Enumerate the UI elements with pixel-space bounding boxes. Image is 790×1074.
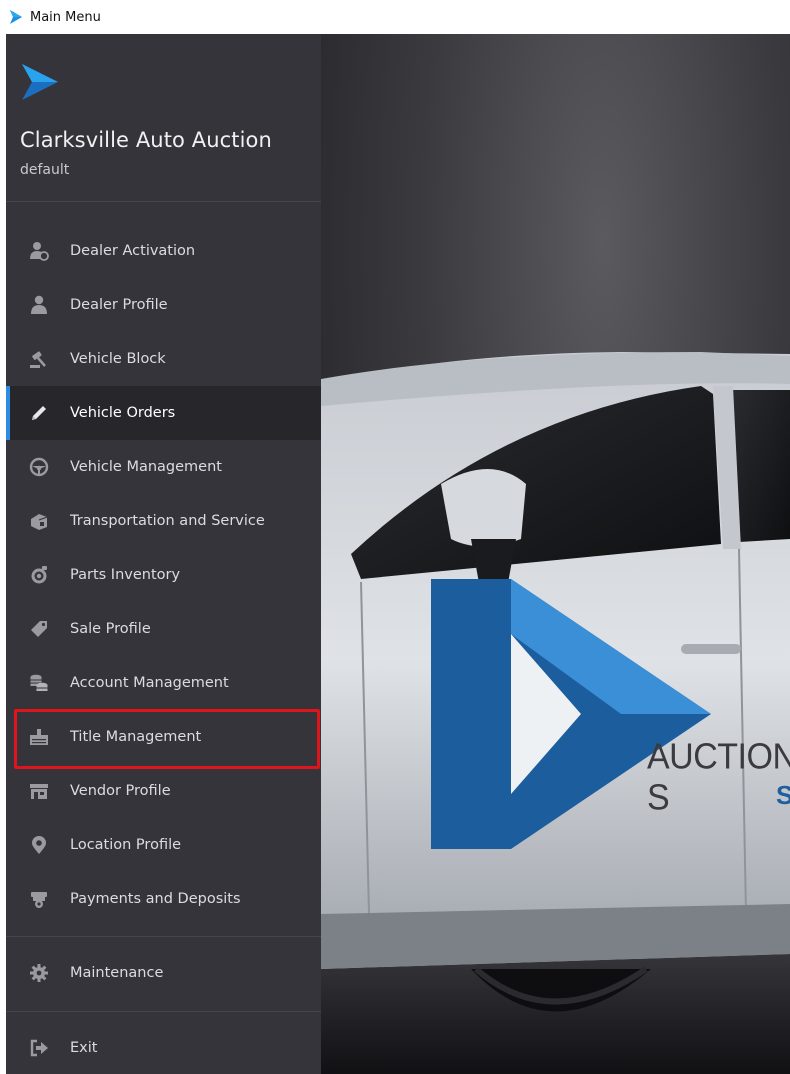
menu-item-account-management[interactable]: Account Management — [6, 656, 321, 710]
profile-name: default — [20, 162, 70, 178]
menu-item-label: Payments and Deposits — [70, 891, 241, 907]
menu-item-label: Account Management — [70, 675, 229, 691]
divider — [6, 1011, 321, 1012]
parts-icon — [28, 564, 50, 586]
menu-item-vendor-profile[interactable]: Vendor Profile — [6, 764, 321, 818]
title-management-highlight — [14, 709, 320, 769]
tag-icon — [28, 618, 50, 640]
window-title: Main Menu — [30, 9, 101, 25]
menu-item-label: Vehicle Orders — [70, 405, 176, 421]
car-illustration — [321, 352, 790, 1074]
map-pin-icon — [28, 834, 50, 856]
maintenance-section: Maintenance — [6, 946, 321, 1000]
background-car-image: AUCTION S S — [321, 34, 790, 1074]
menu-item-label: Sale Profile — [70, 621, 151, 637]
gear-icon — [28, 962, 50, 984]
divider — [6, 201, 321, 202]
menu-item-maintenance[interactable]: Maintenance — [6, 946, 321, 1000]
menu-item-label: Dealer Activation — [70, 243, 196, 259]
app-logo-icon — [10, 10, 22, 24]
car-brand-subtext: S — [776, 780, 790, 810]
menu-item-label: Parts Inventory — [70, 567, 181, 583]
menu-item-vehicle-block[interactable]: Vehicle Block — [6, 332, 321, 386]
steering-wheel-icon — [28, 456, 50, 478]
divider — [6, 936, 321, 937]
menu-item-label: Transportation and Service — [70, 513, 265, 529]
menu-item-label: Maintenance — [70, 965, 164, 981]
window-titlebar: Main Menu — [0, 0, 790, 34]
menu-item-label: Vehicle Block — [70, 351, 166, 367]
menu-item-dealer-profile[interactable]: Dealer Profile — [6, 278, 321, 332]
menu-item-label: Dealer Profile — [70, 297, 168, 313]
payment-icon — [28, 888, 50, 910]
main-menu: Dealer Activation Dealer Profile Vehicle… — [6, 224, 321, 926]
dealer-activation-icon — [28, 240, 50, 262]
main-window: Clarksville Auto Auction default Dealer … — [6, 34, 790, 1074]
menu-item-location-profile[interactable]: Location Profile — [6, 818, 321, 872]
menu-item-sale-profile[interactable]: Sale Profile — [6, 602, 321, 656]
sign-out-icon — [28, 1037, 50, 1059]
pencil-icon — [28, 402, 50, 424]
menu-item-transportation-and-service[interactable]: Transportation and Service — [6, 494, 321, 548]
store-icon — [28, 780, 50, 802]
sidebar: Clarksville Auto Auction default Dealer … — [6, 34, 321, 1074]
menu-item-exit[interactable]: Exit — [6, 1021, 321, 1074]
exit-section: Exit — [6, 1021, 321, 1074]
coins-icon — [28, 672, 50, 694]
menu-item-parts-inventory[interactable]: Parts Inventory — [6, 548, 321, 602]
menu-item-vehicle-orders[interactable]: Vehicle Orders — [6, 386, 321, 440]
menu-item-label: Vendor Profile — [70, 783, 171, 799]
menu-item-label: Vehicle Management — [70, 459, 222, 475]
user-icon — [28, 294, 50, 316]
menu-item-vehicle-management[interactable]: Vehicle Management — [6, 440, 321, 494]
menu-item-dealer-activation[interactable]: Dealer Activation — [6, 224, 321, 278]
brand-logo-icon — [22, 64, 58, 100]
menu-item-label: Exit — [70, 1040, 98, 1056]
gavel-icon — [28, 348, 50, 370]
menu-item-payments-and-deposits[interactable]: Payments and Deposits — [6, 872, 321, 926]
menu-item-label: Location Profile — [70, 837, 182, 853]
car-brand-text: AUCTION S — [647, 737, 790, 818]
truck-icon — [28, 510, 50, 532]
company-name: Clarksville Auto Auction — [20, 128, 272, 152]
